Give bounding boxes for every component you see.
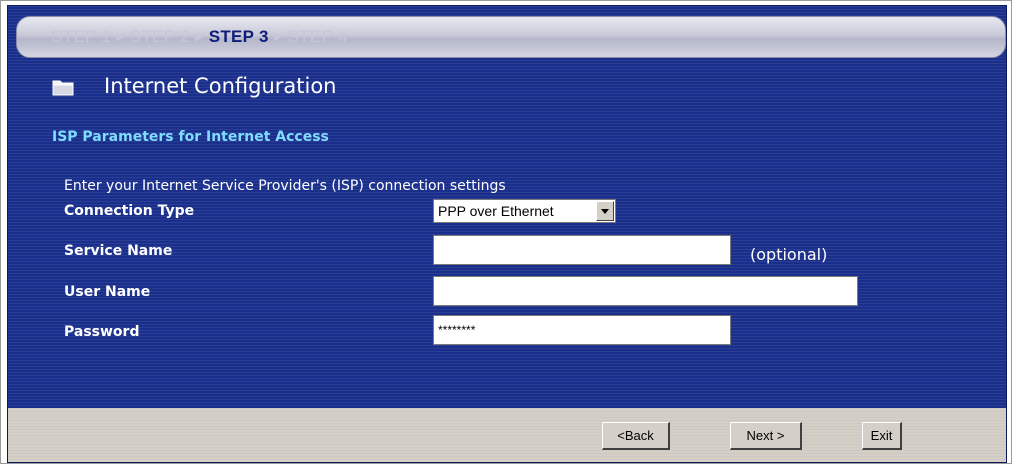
section-title: ISP Parameters for Internet Access (52, 129, 329, 145)
intro-text: Enter your Internet Service Provider's (… (64, 178, 506, 194)
window-frame: STEP 1 ▶ STEP 2 ▶ STEP 3 ▶ STEP 4 Internet Con… (0, 0, 1012, 464)
page-title: Internet Configuration (104, 74, 337, 98)
folder-icon (52, 80, 74, 96)
step-3-current: STEP 3 (208, 27, 269, 46)
button-bar: <Back Next > Exit (8, 408, 1006, 462)
password-label: Password (64, 324, 140, 340)
service-name-label: Service Name (64, 243, 173, 259)
next-button[interactable]: Next > (730, 422, 802, 450)
connection-type-label: Connection Type (64, 203, 195, 219)
connection-type-value: PPP over Ethernet (438, 203, 554, 219)
back-button[interactable]: <Back (602, 422, 670, 450)
wizard-steps: STEP 1 ▶ STEP 2 ▶ STEP 3 ▶ STEP 4 (51, 27, 348, 47)
wizard-steps-bar: STEP 1 ▶ STEP 2 ▶ STEP 3 ▶ STEP 4 (16, 16, 1006, 58)
optional-hint: (optional) (750, 245, 828, 264)
step-2: STEP 2 (129, 27, 190, 46)
service-name-input[interactable] (433, 235, 731, 265)
wizard-panel: STEP 1 ▶ STEP 2 ▶ STEP 3 ▶ STEP 4 Internet Con… (7, 5, 1007, 463)
step-1: STEP 1 (51, 27, 112, 46)
step-4: STEP 4 (287, 27, 348, 46)
password-input[interactable] (433, 315, 731, 345)
connection-type-select[interactable]: PPP over Ethernet (433, 199, 616, 223)
step-separator-icon: ▶ (273, 31, 283, 43)
chevron-down-icon[interactable] (596, 201, 614, 221)
step-separator-icon: ▶ (116, 31, 125, 43)
user-name-input[interactable] (433, 276, 858, 306)
user-name-label: User Name (64, 284, 151, 300)
exit-button[interactable]: Exit (862, 422, 902, 450)
step-separator-icon: ▶ (194, 31, 204, 43)
